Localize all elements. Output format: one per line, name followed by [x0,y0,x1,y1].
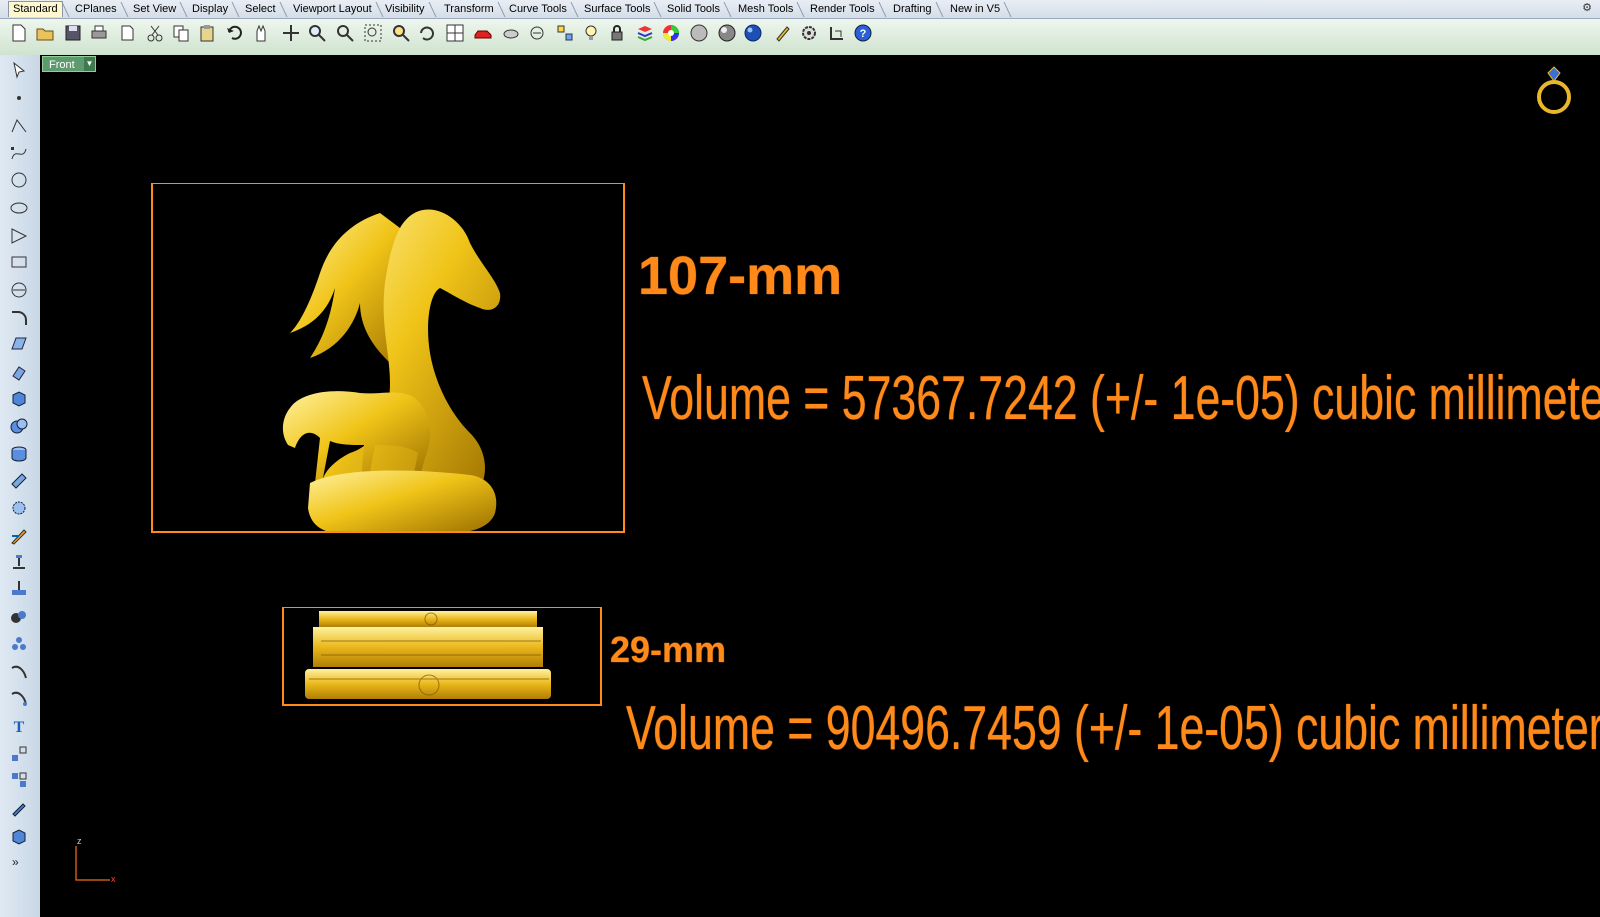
axis-indicator: z x [74,836,116,884]
base-volume-label: Volume = 90496.7459 (+/- 1e-05) cubic mi… [626,694,1600,763]
cut-icon[interactable] [144,22,166,44]
pan-icon[interactable] [250,22,272,44]
show-icon[interactable] [526,22,548,44]
base-height-label: 29-mm [610,629,727,670]
tab-solid-tools[interactable]: Solid Tools [663,2,724,17]
viewport-layout-icon[interactable] [444,22,466,44]
text-icon[interactable]: T [8,715,30,737]
select-icon[interactable] [8,59,30,81]
new-icon[interactable] [8,22,30,44]
fillet-icon[interactable] [8,307,30,329]
axis-x-label: x [111,874,116,884]
print-icon[interactable] [88,22,110,44]
polyline-icon[interactable] [8,115,30,137]
zoom-selected-icon[interactable] [390,22,412,44]
render-icon[interactable] [716,22,738,44]
horse-height-label: 107-mm [638,246,843,306]
snap-icon[interactable] [554,22,576,44]
standard-toolbar: ? [0,19,1600,55]
shade-icon[interactable] [688,22,710,44]
tab-display[interactable]: Display [188,2,232,17]
ornamental-base-model[interactable] [281,607,603,707]
toolbar-options-icon[interactable]: ⚙ [1580,1,1594,15]
polygon-icon[interactable] [8,225,30,247]
horse-volume-label: Volume = 57367.7242 (+/- 1e-05) cubic mi… [642,364,1600,433]
array-icon[interactable] [8,497,30,519]
tab-mesh-tools[interactable]: Mesh Tools [734,2,797,17]
tab-surface-tools[interactable]: Surface Tools [580,2,654,17]
import-icon[interactable] [116,22,138,44]
ellipse-icon[interactable] [8,197,30,219]
extrude-icon[interactable] [8,361,30,383]
main-left-toolbar: T » [0,55,41,917]
ring-logo-icon [1537,66,1571,114]
boolean-icon[interactable] [8,415,30,437]
horse-statue-model[interactable] [150,183,630,543]
group-icon[interactable] [8,633,30,655]
rectangle-icon[interactable] [8,251,30,273]
tab-select[interactable]: Select [241,2,280,17]
svg-text:T: T [14,719,25,736]
zoom-extents-icon[interactable] [362,22,384,44]
point-icon[interactable] [8,87,30,109]
box-icon[interactable] [8,387,30,409]
tab-curve-tools[interactable]: Curve Tools [505,2,571,17]
help-icon[interactable]: ? [852,22,874,44]
circle-icon[interactable] [8,169,30,191]
front-viewport[interactable]: Front ▼ 107-mm Volume = 57367.7242 (+/- … [40,55,1600,917]
open-icon[interactable] [34,22,56,44]
more-tools-icon[interactable]: » [12,855,19,869]
tab-transform[interactable]: Transform [440,2,498,17]
arc-icon[interactable] [8,279,30,301]
edit-icon[interactable] [8,797,30,819]
viewport-title: Front [49,59,75,71]
blend-icon[interactable] [8,661,30,683]
paste-icon[interactable] [196,22,218,44]
light-icon[interactable] [580,22,602,44]
viewport-menu-arrow-icon[interactable]: ▼ [84,57,95,71]
gumball-icon[interactable] [826,22,848,44]
hide-icon[interactable] [500,22,522,44]
zoom-icon[interactable] [306,22,328,44]
tab-visibility[interactable]: Visibility [381,2,429,17]
surface-icon[interactable] [8,333,30,355]
split-icon[interactable] [8,605,30,627]
trim-icon[interactable] [8,577,30,599]
tab-drafting[interactable]: Drafting [889,2,936,17]
solid-icon[interactable] [8,825,30,847]
save-icon[interactable] [62,22,84,44]
axis-z-label: z [77,836,82,846]
tab-new-in-v5[interactable]: New in V5 [946,2,1004,17]
pipe-icon[interactable] [8,469,30,491]
tab-set-view[interactable]: Set View [129,2,180,17]
analyze-icon[interactable] [8,525,30,547]
tab-standard[interactable]: Standard [8,1,63,17]
curve-icon[interactable] [8,143,30,165]
tab-viewport-layout[interactable]: Viewport Layout [289,2,376,17]
zoom-window-icon[interactable] [334,22,356,44]
tab-render-tools[interactable]: Render Tools [806,2,879,17]
dimension-icon[interactable] [8,551,30,573]
copy-icon[interactable] [170,22,192,44]
viewport-title-tab[interactable]: Front ▼ [42,56,96,72]
transform-icon[interactable] [8,743,30,765]
lock-icon[interactable] [606,22,628,44]
sphere-icon[interactable] [742,22,764,44]
align-icon[interactable] [8,769,30,791]
offset-icon[interactable] [8,687,30,709]
rotate-view-icon[interactable] [416,22,438,44]
layer-icon[interactable] [634,22,656,44]
svg-text:?: ? [860,28,867,40]
cylinder-icon[interactable] [8,443,30,465]
settings-icon[interactable] [772,22,794,44]
undo-icon[interactable] [224,22,246,44]
car-icon[interactable] [472,22,494,44]
options-icon[interactable] [798,22,820,44]
move-icon[interactable] [280,22,302,44]
tab-cplanes[interactable]: CPlanes [71,2,121,17]
color-wheel-icon[interactable] [660,22,682,44]
toolbar-tab-strip: Standard CPlanes Set View Display Select… [0,0,1600,19]
